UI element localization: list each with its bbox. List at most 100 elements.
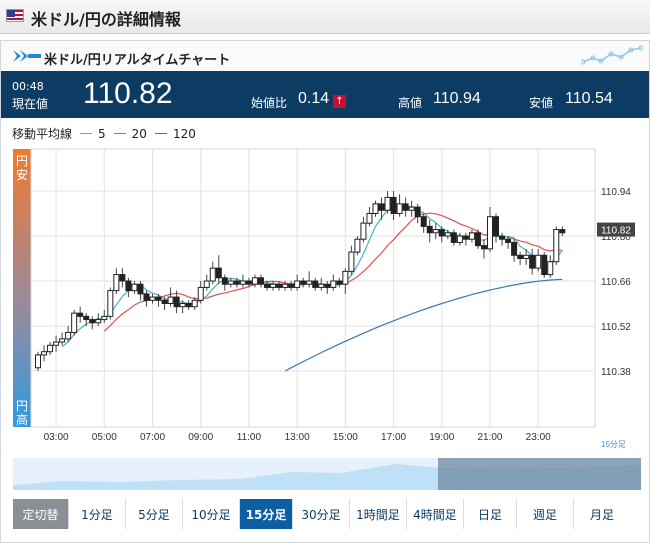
candle[interactable] bbox=[83, 315, 90, 321]
candle[interactable] bbox=[53, 341, 60, 346]
candle[interactable] bbox=[336, 280, 343, 285]
candle[interactable] bbox=[450, 232, 457, 243]
candle[interactable] bbox=[155, 296, 162, 301]
candle[interactable] bbox=[535, 254, 542, 269]
candle[interactable] bbox=[426, 225, 433, 234]
candle[interactable] bbox=[276, 283, 283, 288]
timeframe-button-10[interactable]: 月足 bbox=[574, 499, 630, 529]
candle[interactable] bbox=[47, 344, 54, 353]
candle[interactable] bbox=[468, 232, 475, 240]
timeframe-button-3[interactable]: 10分足 bbox=[183, 499, 240, 529]
candle[interactable] bbox=[149, 296, 156, 301]
navigator-window[interactable] bbox=[438, 458, 641, 490]
candle[interactable] bbox=[264, 283, 271, 288]
candle[interactable] bbox=[107, 290, 114, 317]
candle[interactable] bbox=[318, 283, 325, 288]
candle[interactable] bbox=[486, 216, 493, 250]
candle[interactable] bbox=[294, 280, 301, 288]
candle[interactable] bbox=[360, 222, 367, 240]
candle[interactable] bbox=[559, 229, 566, 234]
candle[interactable] bbox=[390, 196, 397, 214]
candle[interactable] bbox=[245, 280, 252, 285]
candle[interactable] bbox=[95, 319, 102, 324]
candlestick-chart[interactable]: 110.94110.80110.66110.52110.38 03:00 05:0… bbox=[1, 140, 649, 495]
candle[interactable] bbox=[493, 216, 500, 237]
candle[interactable] bbox=[185, 303, 192, 308]
candle[interactable] bbox=[480, 245, 487, 250]
candle[interactable] bbox=[35, 354, 41, 369]
candle[interactable] bbox=[227, 280, 234, 285]
candle[interactable] bbox=[462, 235, 469, 240]
candle[interactable] bbox=[270, 283, 277, 288]
candle[interactable] bbox=[342, 270, 349, 285]
candle[interactable] bbox=[197, 286, 204, 301]
candle[interactable] bbox=[408, 206, 415, 211]
candle[interactable] bbox=[300, 280, 307, 285]
candle[interactable] bbox=[251, 277, 258, 285]
candle[interactable] bbox=[366, 213, 373, 224]
candle[interactable] bbox=[143, 293, 150, 301]
candle[interactable] bbox=[330, 280, 337, 288]
candle[interactable] bbox=[499, 235, 506, 240]
candle[interactable] bbox=[414, 206, 421, 218]
candle[interactable] bbox=[523, 254, 530, 259]
timeframe-button-9[interactable]: 週足 bbox=[517, 499, 574, 529]
candle[interactable] bbox=[505, 238, 512, 243]
candle[interactable] bbox=[511, 241, 518, 256]
candle[interactable] bbox=[233, 280, 240, 285]
candle[interactable] bbox=[438, 229, 445, 237]
candle[interactable] bbox=[125, 280, 132, 292]
candle[interactable] bbox=[203, 280, 210, 288]
candle[interactable] bbox=[77, 312, 84, 317]
timeframe-button-5[interactable]: 30分足 bbox=[293, 499, 350, 529]
candle[interactable] bbox=[312, 280, 319, 288]
candle[interactable] bbox=[71, 312, 78, 333]
timeframe-button-6[interactable]: 1時間足 bbox=[350, 499, 407, 529]
candle[interactable] bbox=[167, 296, 174, 304]
candle[interactable] bbox=[372, 203, 379, 215]
candle[interactable] bbox=[420, 216, 427, 227]
candle[interactable] bbox=[547, 261, 554, 276]
timeframe-button-0[interactable]: 定切替 bbox=[13, 499, 69, 529]
candle[interactable] bbox=[65, 331, 72, 340]
candle[interactable] bbox=[396, 203, 403, 215]
candle[interactable] bbox=[354, 238, 361, 253]
candle[interactable] bbox=[221, 277, 228, 285]
timeframe-button-7[interactable]: 4時間足 bbox=[407, 499, 464, 529]
candle[interactable] bbox=[402, 203, 409, 211]
candle[interactable] bbox=[179, 303, 186, 308]
candle[interactable] bbox=[517, 254, 524, 259]
candle[interactable] bbox=[474, 232, 481, 247]
candle[interactable] bbox=[209, 267, 216, 282]
candle[interactable] bbox=[348, 251, 355, 272]
timeframe-button-2[interactable]: 5分足 bbox=[126, 499, 183, 529]
candle[interactable] bbox=[119, 274, 126, 282]
candle[interactable] bbox=[288, 283, 295, 288]
candle[interactable] bbox=[131, 283, 138, 292]
timeframe-button-4[interactable]: 15分足 bbox=[240, 499, 293, 529]
timeframe-button-8[interactable]: 日足 bbox=[464, 499, 517, 529]
candle[interactable] bbox=[432, 229, 439, 234]
candle[interactable] bbox=[41, 351, 48, 356]
candle[interactable] bbox=[444, 232, 451, 237]
candle[interactable] bbox=[113, 274, 120, 292]
candle[interactable] bbox=[541, 254, 548, 276]
candle[interactable] bbox=[378, 203, 385, 211]
timeframe-button-1[interactable]: 1分足 bbox=[69, 499, 126, 529]
candle[interactable] bbox=[257, 277, 264, 285]
candle[interactable] bbox=[456, 235, 463, 243]
candle[interactable] bbox=[191, 299, 198, 308]
candle[interactable] bbox=[161, 299, 168, 305]
candle[interactable] bbox=[282, 283, 289, 288]
candle[interactable] bbox=[529, 254, 536, 269]
candle[interactable] bbox=[137, 283, 144, 295]
candle[interactable] bbox=[306, 280, 313, 285]
candle[interactable] bbox=[384, 196, 391, 211]
candle[interactable] bbox=[59, 338, 66, 343]
candle[interactable] bbox=[101, 315, 108, 321]
candle[interactable] bbox=[173, 296, 180, 308]
candle[interactable] bbox=[215, 267, 222, 279]
candle[interactable] bbox=[324, 283, 331, 288]
candle[interactable] bbox=[553, 229, 560, 263]
candle[interactable] bbox=[239, 280, 246, 285]
